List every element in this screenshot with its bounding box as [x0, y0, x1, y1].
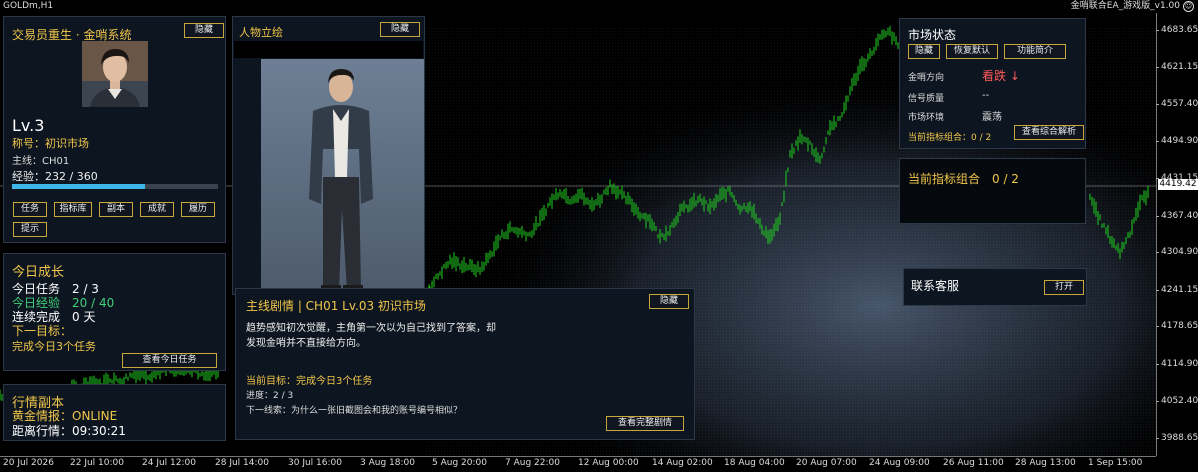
trader-status-panel: 交易员重生 · 金哨系统 隐藏 Lv.3 称号：初识市场 主线：CH01 经验：…: [3, 16, 226, 243]
hide-button[interactable]: 隐藏: [184, 23, 224, 38]
time-tick-label: 28 Aug 13:00: [1015, 458, 1076, 468]
direction-label: 金哨方向: [908, 73, 945, 83]
time-tick-label: 7 Aug 22:00: [505, 458, 560, 468]
time-tick-label: 30 Jul 16:00: [288, 458, 342, 468]
time-tick-label: 26 Aug 11:00: [943, 458, 1004, 468]
time-tick-label: 20 Jul 2026: [3, 458, 54, 468]
task-button[interactable]: 任务: [13, 202, 47, 217]
today-growth-panel: 今日成长 今日任务 2 / 3 今日经验 20 / 40 连续完成 0 天 下一…: [3, 253, 226, 371]
time-axis: 20 Jul 2026 22 Jul 10:00 24 Jul 12:00 28 Ju…: [0, 456, 1156, 472]
customer-service-panel: 联系客服 打开: [903, 268, 1087, 306]
level-text: Lv.3: [12, 116, 45, 135]
open-service-button[interactable]: 打开: [1044, 280, 1084, 295]
indicator-combo-panel: 当前指标组合 0 / 2: [899, 158, 1086, 224]
signal-quality-value: --: [982, 90, 990, 101]
portrait-hide-button[interactable]: 隐藏: [380, 22, 420, 37]
view-analysis-button[interactable]: 查看综合解析: [1014, 125, 1084, 140]
story-progress: 进度：2 / 3: [246, 391, 294, 401]
indicator-library-button[interactable]: 指标库: [54, 202, 92, 217]
market-status-panel: 市场状态 隐藏 恢复默认 功能简介 金哨方向 看跌 ↓ 信号质量 -- 市场环境…: [899, 18, 1086, 149]
story-line-2: 发现金哨并不直接给方向。: [246, 338, 366, 349]
current-price-label: 4419.42: [1158, 179, 1198, 190]
exp-label: 经验：232 / 360: [12, 170, 98, 183]
portrait-panel: 人物立绘 隐藏: [232, 16, 425, 295]
smiley-icon[interactable]: ☺: [1183, 1, 1194, 12]
main-story-panel: 主线剧情 | CH01 Lv.03 初识市场 隐藏 趋势感知初次觉醒，主角第一次…: [235, 288, 695, 440]
price-tick-label: 4494.90: [1155, 135, 1198, 146]
direction-value: 看跌 ↓: [982, 69, 1020, 83]
dungeon-button[interactable]: 副本: [99, 202, 133, 217]
resume-button[interactable]: 履历: [181, 202, 215, 217]
price-tick-label: 4178.65: [1155, 321, 1198, 332]
time-tick-label: 22 Jul 10:00: [70, 458, 124, 468]
price-axis: 4683.654621.154557.404494.904431.154367.…: [1155, 13, 1198, 456]
male-fullbody-portrait-icon: [261, 59, 424, 294]
view-full-story-button[interactable]: 查看完整剧情: [606, 416, 684, 431]
price-tick-label: 4241.15: [1155, 284, 1198, 295]
hint-button[interactable]: 提示: [13, 222, 47, 237]
story-line-1: 趋势感知初次觉醒，主角第一次以为自己找到了答案，却: [246, 323, 496, 334]
title-label: 称号：初识市场: [12, 137, 89, 150]
time-tick-label: 18 Aug 04:00: [724, 458, 785, 468]
price-tick-label: 4621.15: [1155, 61, 1198, 72]
price-tick-label: 4367.40: [1155, 210, 1198, 221]
market-env-value: 震荡: [982, 112, 1002, 123]
growth-title: 今日成长: [12, 265, 65, 280]
time-tick-label: 3 Aug 18:00: [360, 458, 415, 468]
price-tick-label: 4052.40: [1155, 395, 1198, 406]
time-tick-label: 1 Sep 15:00: [1088, 458, 1143, 468]
price-tick-label: 4304.90: [1155, 247, 1198, 258]
market-env-label: 市场环境: [908, 113, 945, 123]
portrait-panel-title: 人物立绘: [239, 26, 283, 39]
time-tick-label: 5 Aug 20:00: [432, 458, 487, 468]
restore-default-button[interactable]: 恢复默认: [946, 44, 998, 59]
gold-info-text: 黄金情报：ONLINE: [12, 409, 118, 423]
time-tick-label: 12 Aug 00:00: [578, 458, 639, 468]
achievement-button[interactable]: 成就: [140, 202, 174, 217]
price-tick-label: 4114.90: [1155, 358, 1198, 369]
price-tick-label: 4683.65: [1155, 25, 1198, 35]
story-clue: 下一线索：为什么一张旧截图会和我的账号编号相似？: [246, 406, 463, 416]
time-tick-label: 24 Jul 12:00: [142, 458, 196, 468]
market-dungeon-panel: 行情副本 黄金情报：ONLINE 距离行情：09:30:21: [3, 384, 226, 441]
service-title: 联系客服: [911, 279, 960, 293]
time-tick-label: 28 Jul 14:00: [215, 458, 269, 468]
indicator-combo-label: 当前指标组合：0 / 2: [908, 133, 992, 143]
story-goal: 当前目标：完成今日3个任务: [246, 376, 373, 387]
male-avatar-icon: [82, 41, 148, 107]
chart-title-bar: GOLDm,H1 金哨联合EA_游戏版_v1.00 ☺: [0, 0, 1198, 14]
next-goal-label: 下一目标：: [12, 324, 73, 338]
ea-title-label: 金哨联合EA_游戏版_v1.00: [1070, 1, 1180, 11]
market-status-title: 市场状态: [908, 28, 957, 42]
view-today-tasks-button[interactable]: 查看今日任务: [122, 353, 217, 368]
exp-progress-fill: [12, 184, 145, 189]
symbol-label: GOLDm,H1: [3, 1, 54, 11]
market-hide-button[interactable]: 隐藏: [908, 44, 940, 59]
distance-time: 距离行情：09:30:21: [12, 424, 126, 438]
price-tick-label: 4557.40: [1155, 99, 1198, 110]
story-hide-button[interactable]: 隐藏: [649, 294, 689, 309]
price-tick-label: 3988.65: [1155, 433, 1198, 443]
mainline-label: 主线：CH01: [12, 156, 70, 167]
time-tick-label: 24 Aug 09:00: [869, 458, 930, 468]
signal-quality-label: 信号质量: [908, 94, 945, 104]
portrait-header-strip: [234, 41, 423, 58]
story-title: 主线剧情 | CH01 Lv.03 初识市场: [246, 299, 426, 313]
combo-panel-title: 当前指标组合 0 / 2: [908, 172, 1019, 186]
next-goal-value: 完成今日3个任务: [12, 340, 96, 353]
exp-progress-bar: [12, 184, 218, 189]
time-tick-label: 20 Aug 07:00: [796, 458, 857, 468]
feature-intro-button[interactable]: 功能简介: [1004, 44, 1066, 59]
time-tick-label: 14 Aug 02:00: [652, 458, 713, 468]
